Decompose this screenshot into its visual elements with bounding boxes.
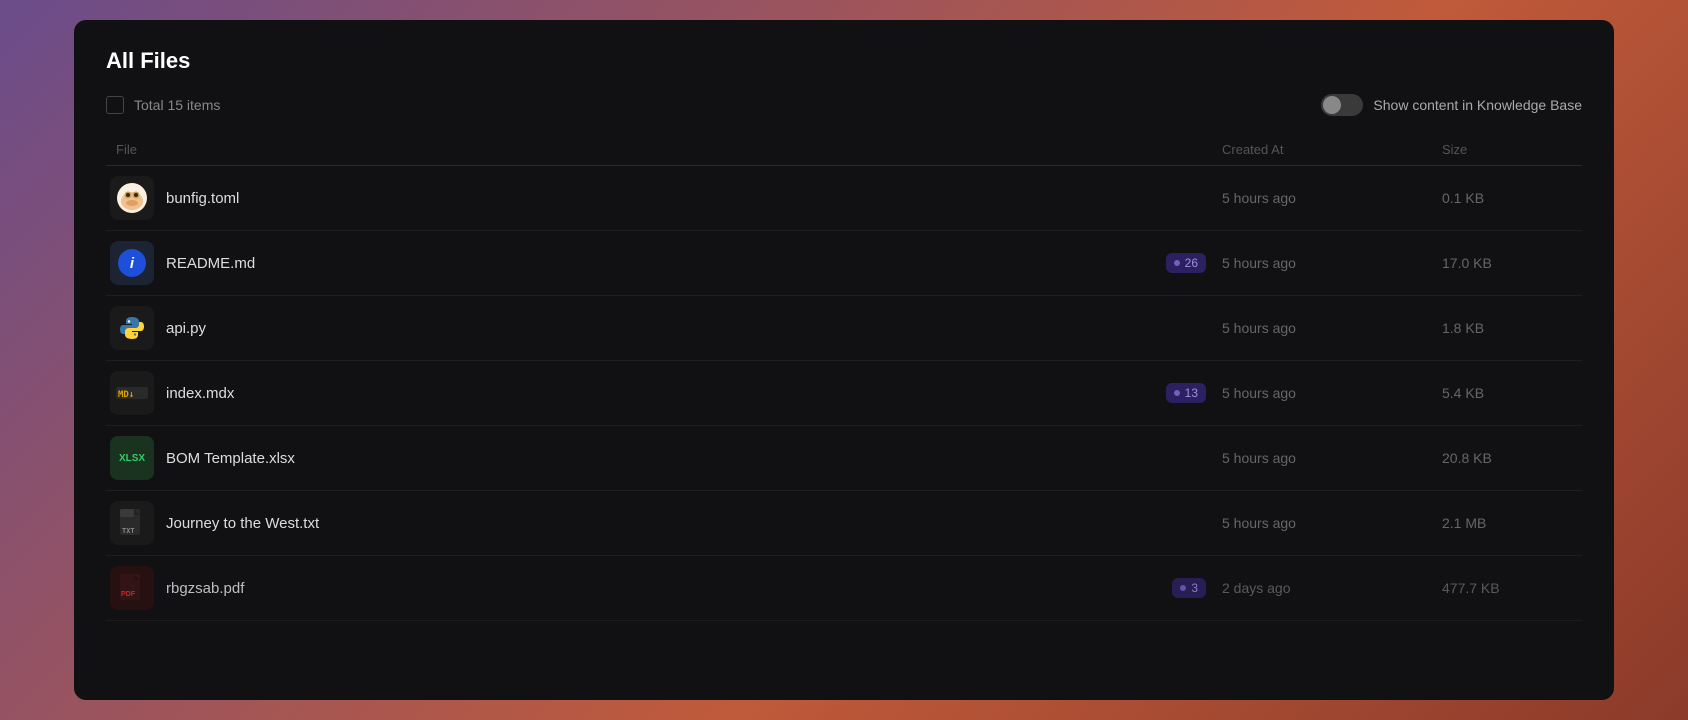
file-icon-txt: TXT: [110, 501, 154, 545]
size-bunfig: 0.1 KB: [1442, 190, 1582, 206]
file-cell: bunfig.toml: [106, 176, 1222, 220]
size-bom: 20.8 KB: [1442, 450, 1582, 466]
file-cell: XLSX BOM Template.xlsx: [106, 436, 1222, 480]
created-at-bom: 5 hours ago: [1222, 450, 1442, 466]
file-name-bom: BOM Template.xlsx: [166, 450, 295, 467]
file-name-bunfig: bunfig.toml: [166, 190, 239, 207]
badge-dot: [1180, 585, 1186, 591]
table-row[interactable]: MD↓ index.mdx 13 5 hours ago 5.4 KB: [106, 361, 1582, 426]
size-index: 5.4 KB: [1442, 385, 1582, 401]
file-name-api: api.py: [166, 320, 206, 337]
toggle-label: Show content in Knowledge Base: [1373, 97, 1582, 113]
header-file: File: [106, 142, 1222, 157]
file-name-readme: README.md: [166, 255, 255, 272]
created-at-rbgzsab: 2 days ago: [1222, 580, 1442, 596]
table-row[interactable]: api.py 5 hours ago 1.8 KB: [106, 296, 1582, 361]
index-badges: 13: [246, 383, 1222, 403]
total-count-label: Total 15 items: [134, 97, 220, 113]
select-all-checkbox[interactable]: [106, 96, 124, 114]
file-cell: MD↓ index.mdx 13: [106, 371, 1222, 415]
readme-badges: 26: [267, 253, 1222, 273]
pdf-badge: 3: [1172, 578, 1206, 598]
created-at-index: 5 hours ago: [1222, 385, 1442, 401]
table-body: bunfig.toml 5 hours ago 0.1 KB i README.…: [106, 166, 1582, 700]
file-icon-xlsx: XLSX: [110, 436, 154, 480]
created-at-api: 5 hours ago: [1222, 320, 1442, 336]
svg-text:PDF: PDF: [121, 591, 136, 598]
file-icon-pdf: PDF: [110, 566, 154, 610]
page-title: All Files: [106, 48, 1582, 74]
badge-dot: [1174, 390, 1180, 396]
mdx-svg-icon: MD↓: [110, 371, 154, 415]
total-items-area: Total 15 items: [106, 96, 220, 114]
file-icon-python: [110, 306, 154, 350]
toggle-knob: [1323, 96, 1341, 114]
created-at-journey: 5 hours ago: [1222, 515, 1442, 531]
badge-dot: [1174, 260, 1180, 266]
created-at-readme: 5 hours ago: [1222, 255, 1442, 271]
readme-badge: 26: [1166, 253, 1206, 273]
file-cell: TXT Journey to the West.txt: [106, 501, 1222, 545]
knowledge-base-toggle-area: Show content in Knowledge Base: [1321, 94, 1582, 116]
svg-text:TXT: TXT: [122, 527, 135, 535]
size-rbgzsab: 477.7 KB: [1442, 580, 1582, 596]
created-at-bunfig: 5 hours ago: [1222, 190, 1442, 206]
svg-text:MD↓: MD↓: [118, 390, 134, 400]
all-files-panel: All Files Total 15 items Show content in…: [74, 20, 1614, 700]
file-name-index: index.mdx: [166, 385, 234, 402]
xlsx-label: XLSX: [110, 436, 154, 480]
header-created-at: Created At: [1222, 142, 1442, 157]
file-icon-readme: i: [110, 241, 154, 285]
table-row[interactable]: XLSX BOM Template.xlsx 5 hours ago 20.8 …: [106, 426, 1582, 491]
size-api: 1.8 KB: [1442, 320, 1582, 336]
file-cell: i README.md 26: [106, 241, 1222, 285]
file-icon-mdx: MD↓: [110, 371, 154, 415]
header-size: Size: [1442, 142, 1582, 157]
pdf-badges: 3: [256, 578, 1222, 598]
table-row[interactable]: i README.md 26 5 hours ago 17.0 KB: [106, 231, 1582, 296]
info-icon: i: [118, 249, 146, 277]
bun-svg-icon: [115, 181, 149, 215]
size-readme: 17.0 KB: [1442, 255, 1582, 271]
file-cell: PDF rbgzsab.pdf 3: [106, 566, 1222, 610]
toolbar: Total 15 items Show content in Knowledge…: [106, 94, 1582, 116]
txt-svg-icon: TXT: [110, 501, 154, 545]
file-name-journey: Journey to the West.txt: [166, 515, 319, 532]
table-header: File Created At Size: [106, 134, 1582, 166]
file-icon-bun: [110, 176, 154, 220]
pdf-svg-icon: PDF: [110, 566, 154, 610]
file-cell: api.py: [106, 306, 1222, 350]
size-journey: 2.1 MB: [1442, 515, 1582, 531]
table-row[interactable]: PDF rbgzsab.pdf 3 2 days ago 477.7 KB: [106, 556, 1582, 621]
table-row[interactable]: bunfig.toml 5 hours ago 0.1 KB: [106, 166, 1582, 231]
file-name-rbgzsab: rbgzsab.pdf: [166, 580, 244, 597]
table-row[interactable]: TXT Journey to the West.txt 5 hours ago …: [106, 491, 1582, 556]
knowledge-base-toggle[interactable]: [1321, 94, 1363, 116]
python-svg-icon: [117, 313, 147, 343]
index-badge: 13: [1166, 383, 1206, 403]
